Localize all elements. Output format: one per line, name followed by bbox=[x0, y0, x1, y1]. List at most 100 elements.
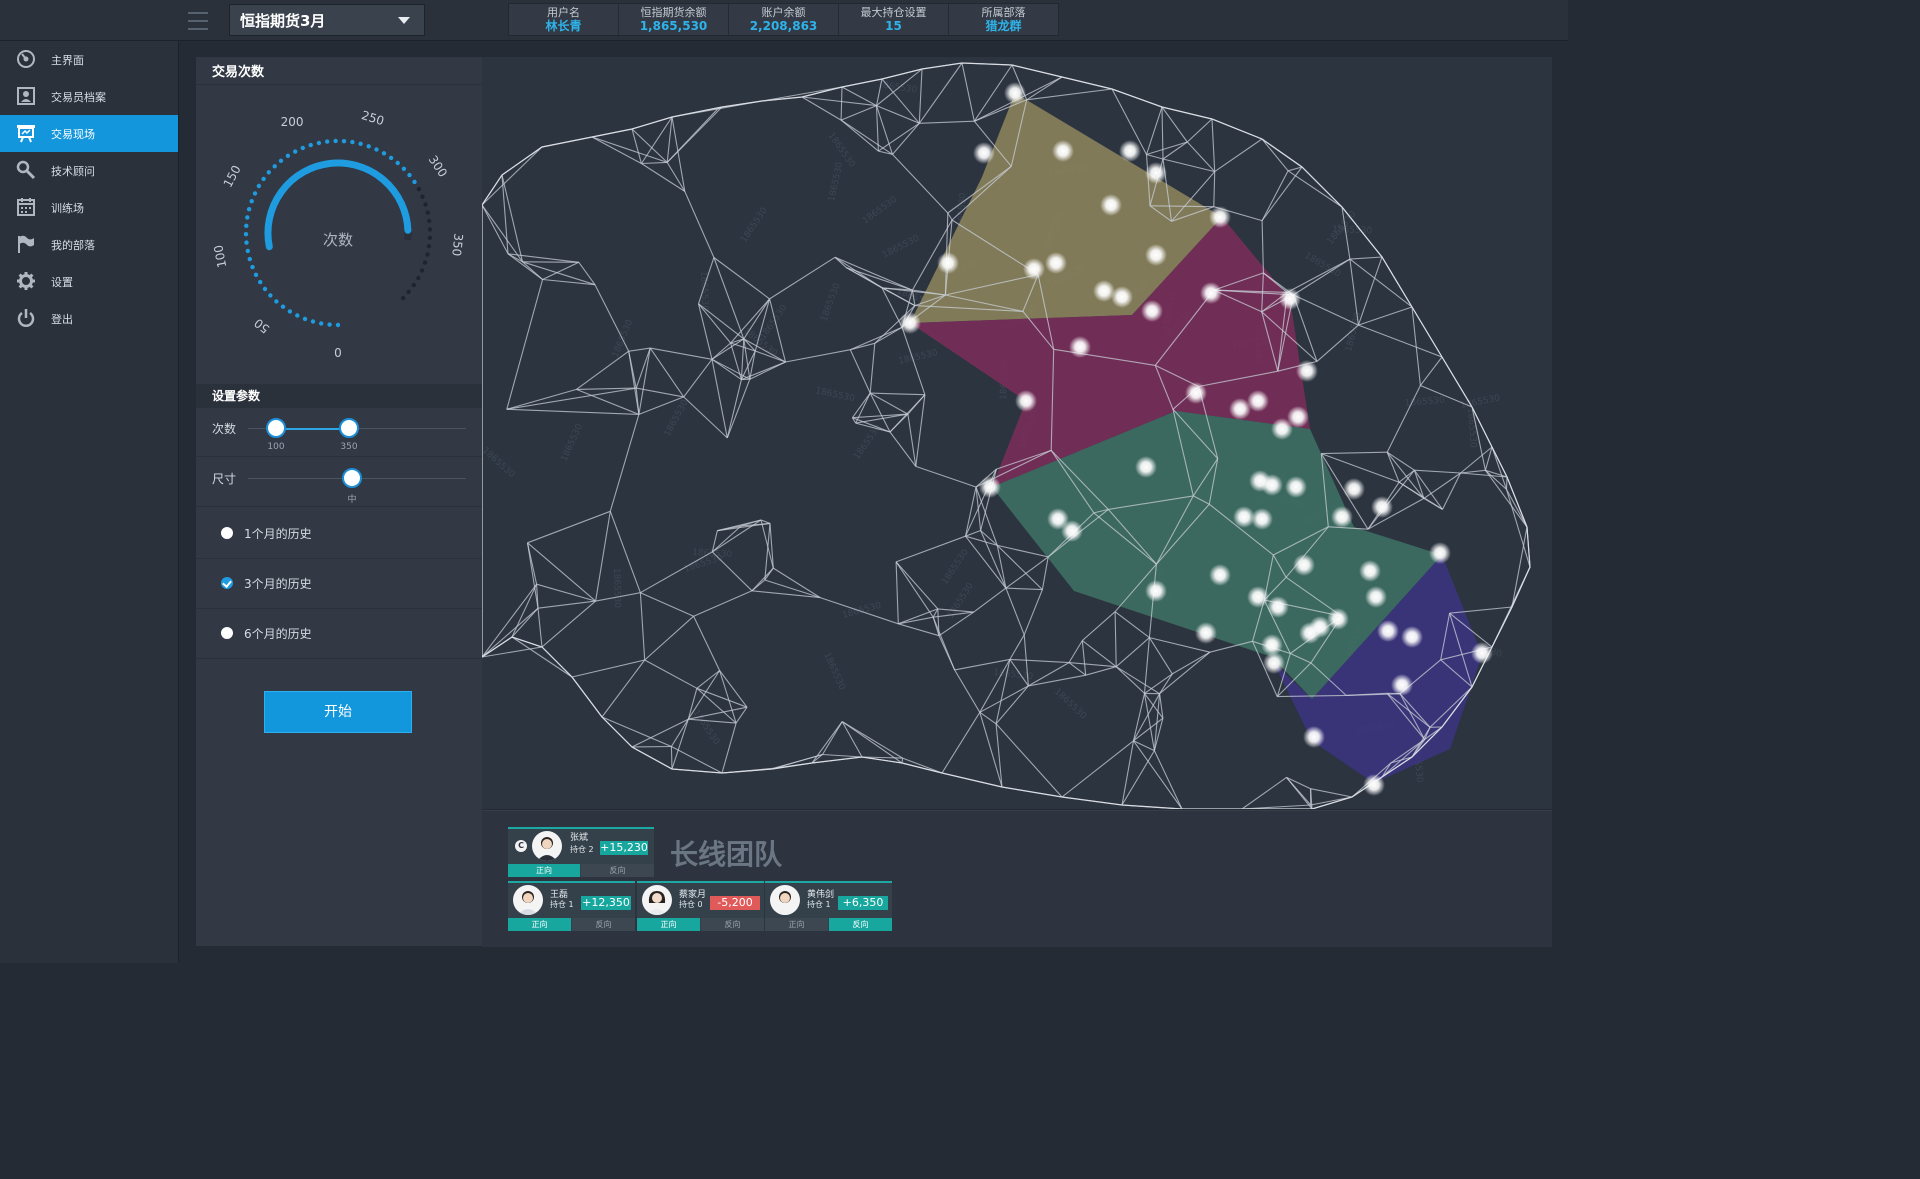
map-node[interactable] bbox=[1303, 726, 1325, 748]
map-node[interactable] bbox=[1045, 252, 1067, 274]
direction-short-button[interactable]: 反向 bbox=[829, 918, 892, 931]
count-high-handle[interactable] bbox=[339, 418, 359, 438]
brain-network-svg[interactable]: 1865530 1865530 1865530 1865530 1865530 18655… bbox=[482, 57, 1552, 809]
map-node[interactable] bbox=[1371, 496, 1393, 518]
map-node[interactable] bbox=[1052, 140, 1074, 162]
map-node[interactable] bbox=[1331, 506, 1353, 528]
member-card[interactable]: 黄伟剑 持仓 1 +6,350 正向 反向 bbox=[765, 881, 892, 931]
count-low-handle[interactable] bbox=[266, 418, 286, 438]
map-node[interactable] bbox=[1023, 258, 1045, 280]
member-card[interactable]: 蔡家月 持仓 0 -5,200 正向 反向 bbox=[637, 881, 764, 931]
member-card[interactable]: 王磊 持仓 1 +12,350 正向 反向 bbox=[508, 881, 635, 931]
map-node[interactable] bbox=[1471, 642, 1493, 664]
mesh-edge bbox=[898, 616, 934, 625]
map-node[interactable] bbox=[1061, 520, 1083, 542]
direction-long-button[interactable]: 正向 bbox=[637, 918, 700, 931]
map-node[interactable] bbox=[1069, 336, 1091, 358]
info-label: 账户余额 bbox=[761, 6, 806, 19]
gauge-dot bbox=[319, 321, 324, 326]
map-node[interactable] bbox=[1401, 626, 1423, 648]
params-title: 设置参数 bbox=[196, 384, 482, 408]
map-node[interactable] bbox=[1287, 406, 1309, 428]
mesh-edge bbox=[1159, 651, 1211, 695]
map-node[interactable] bbox=[899, 312, 921, 334]
mesh-edge bbox=[628, 347, 651, 352]
map-node[interactable] bbox=[1247, 390, 1269, 412]
map-node[interactable] bbox=[1100, 194, 1122, 216]
sidebar-item-tech-advisor[interactable]: 技术顾问 bbox=[0, 152, 178, 189]
history-option-6m[interactable]: 6个月的历史 bbox=[196, 608, 482, 659]
map-node[interactable] bbox=[1209, 564, 1231, 586]
gauge-dot bbox=[295, 313, 300, 318]
direction-long-button[interactable]: 正向 bbox=[508, 864, 580, 877]
map-node[interactable] bbox=[937, 252, 959, 274]
map-node[interactable] bbox=[1327, 608, 1349, 630]
map-node[interactable] bbox=[1145, 244, 1167, 266]
mesh-edge bbox=[670, 746, 673, 770]
map-node[interactable] bbox=[1251, 508, 1273, 530]
history-option-3m[interactable]: 3个月的历史 bbox=[196, 558, 482, 609]
gauge-dot bbox=[427, 218, 432, 224]
sidebar-item-home[interactable]: 主界面 bbox=[0, 41, 178, 78]
map-node[interactable] bbox=[1293, 554, 1315, 576]
sidebar-item-logout[interactable]: 登出 bbox=[0, 300, 178, 337]
map-node[interactable] bbox=[1363, 774, 1385, 796]
direction-short-button[interactable]: 反向 bbox=[581, 864, 654, 877]
sidebar-item-my-tribe[interactable]: 我的部落 bbox=[0, 226, 178, 263]
trade-count-gauge[interactable]: 0 50 100 150 200 250 300 350 次数 bbox=[196, 97, 482, 367]
map-node[interactable] bbox=[1365, 586, 1387, 608]
sidebar-item-trader-profile[interactable]: 交易员档案 bbox=[0, 78, 178, 115]
map-node[interactable] bbox=[1296, 360, 1318, 382]
history-option-1m[interactable]: 1个月的历史 bbox=[196, 508, 482, 559]
map-node[interactable] bbox=[1343, 478, 1365, 500]
contract-select[interactable]: 恒指期货3月 bbox=[229, 4, 425, 36]
map-node[interactable] bbox=[1377, 620, 1399, 642]
mesh-edge bbox=[751, 567, 774, 592]
sidebar-item-training[interactable]: 训练场 bbox=[0, 189, 178, 226]
map-node[interactable] bbox=[1200, 282, 1222, 304]
radio-button[interactable] bbox=[221, 527, 233, 539]
direction-short-button[interactable]: 反向 bbox=[572, 918, 635, 931]
sidebar-item-settings[interactable]: 设置 bbox=[0, 263, 178, 300]
map-node[interactable] bbox=[1429, 542, 1451, 564]
map-node[interactable] bbox=[1247, 586, 1269, 608]
radio-button[interactable] bbox=[221, 627, 233, 639]
map-node[interactable] bbox=[1185, 382, 1207, 404]
map-watermark: 1865530 bbox=[827, 161, 845, 203]
map-node[interactable] bbox=[1145, 580, 1167, 602]
info-label: 所属部落 bbox=[981, 6, 1026, 19]
brain-network-map[interactable]: 1865530 1865530 1865530 1865530 1865530 18655… bbox=[482, 57, 1552, 809]
mesh-edge bbox=[640, 592, 694, 617]
hamburger-menu-icon[interactable] bbox=[184, 6, 212, 34]
map-node[interactable] bbox=[1195, 622, 1217, 644]
direction-long-button[interactable]: 正向 bbox=[508, 918, 571, 931]
map-node[interactable] bbox=[1267, 596, 1289, 618]
size-slider[interactable]: 尺寸 中 bbox=[196, 458, 482, 507]
sidebar-item-trading-floor[interactable]: 交易现场 bbox=[0, 115, 178, 152]
map-node[interactable] bbox=[1279, 288, 1301, 310]
captain-card[interactable]: C 张斌 持仓 2 +15,230 正向 反向 bbox=[508, 827, 654, 877]
start-button[interactable]: 开始 bbox=[264, 691, 412, 733]
radio-button-checked[interactable] bbox=[221, 577, 233, 589]
map-node[interactable] bbox=[1209, 206, 1231, 228]
map-node[interactable] bbox=[1004, 82, 1026, 104]
direction-short-button[interactable]: 反向 bbox=[701, 918, 764, 931]
map-node[interactable] bbox=[973, 142, 995, 164]
mesh-edge bbox=[1115, 666, 1160, 695]
map-node[interactable] bbox=[1135, 456, 1157, 478]
direction-long-button[interactable]: 正向 bbox=[765, 918, 828, 931]
map-node[interactable] bbox=[1141, 300, 1163, 322]
map-node[interactable] bbox=[1359, 560, 1381, 582]
map-node[interactable] bbox=[1391, 674, 1413, 696]
map-node[interactable] bbox=[1145, 162, 1167, 184]
map-node[interactable] bbox=[1119, 140, 1141, 162]
map-node[interactable] bbox=[979, 476, 1001, 498]
map-node[interactable] bbox=[1015, 390, 1037, 412]
map-node[interactable] bbox=[1111, 286, 1133, 308]
count-range-slider[interactable]: 次数 100 350 bbox=[196, 408, 482, 457]
size-handle[interactable] bbox=[342, 468, 362, 488]
map-node[interactable] bbox=[1261, 474, 1283, 496]
map-node[interactable] bbox=[1285, 476, 1307, 498]
map-node[interactable] bbox=[1263, 652, 1285, 674]
mesh-edge bbox=[1423, 472, 1461, 499]
